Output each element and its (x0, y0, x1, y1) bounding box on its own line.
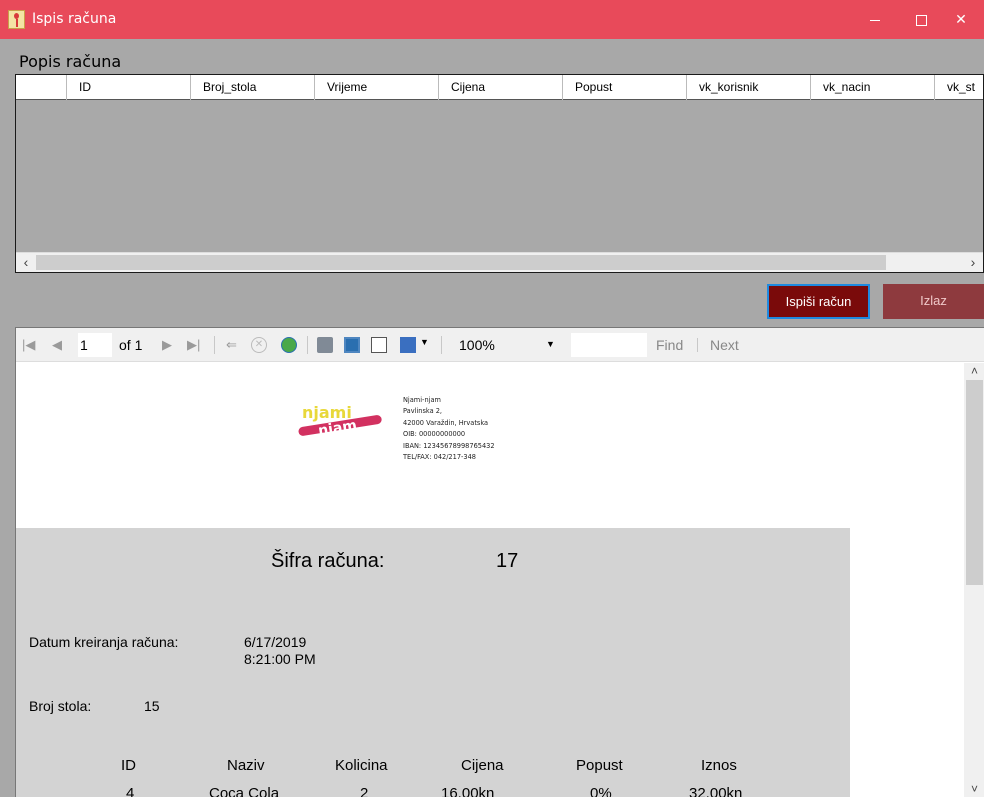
item-cell-id: 4 (126, 785, 135, 797)
scroll-right-icon[interactable]: › (964, 254, 982, 271)
column-header-vk-st[interactable]: vk_st (935, 75, 983, 100)
column-header-vk-nacin[interactable]: vk_nacin (811, 75, 935, 100)
section-label: Popis računa (19, 52, 122, 71)
find-input[interactable] (571, 333, 647, 357)
report-page: njami njam Njami-njam Pavlinska 2, 42000… (16, 363, 964, 797)
scrollbar-thumb[interactable] (966, 380, 983, 585)
invoice-grid[interactable]: ID Broj_stola Vrijeme Cijena Popust vk_k… (15, 74, 984, 273)
page-count: of 1 (119, 337, 143, 353)
items-header-popust: Popust (576, 757, 623, 774)
minimize-button[interactable] (852, 0, 898, 39)
vertical-scrollbar[interactable]: ˄ ˅ (964, 363, 984, 797)
horizontal-scrollbar[interactable]: ‹ › (16, 252, 983, 272)
next-page-icon[interactable]: ▶ (162, 337, 172, 353)
company-logo: njami njam (298, 403, 382, 439)
items-header-naziv: Naziv (227, 757, 265, 774)
print-button[interactable]: Ispiši račun (767, 284, 870, 319)
next-link[interactable]: Next (710, 337, 739, 353)
window-title: Ispis računa (32, 11, 117, 27)
first-page-icon[interactable]: |◀ (22, 337, 35, 353)
title-bar: Ispis računa ✕ (0, 0, 984, 39)
created-time: 8:21:00 PM (244, 651, 316, 667)
app-icon (8, 10, 25, 29)
invoice-code-label: Šifra računa: (271, 550, 385, 572)
stop-icon[interactable]: ✕ (251, 337, 267, 353)
item-cell-naziv: Coca Cola (209, 785, 280, 797)
scrollbar-thumb[interactable] (36, 255, 886, 270)
company-address: Pavlinska 2, (403, 407, 443, 416)
column-header-popust[interactable]: Popust (563, 75, 687, 100)
invoice-code-value: 17 (496, 550, 519, 572)
company-city: 42000 Varaždin, Hrvatska (403, 418, 489, 427)
column-header-id[interactable]: ID (67, 75, 191, 100)
refresh-icon[interactable] (281, 337, 297, 353)
report-body: Šifra računa: 17 Datum kreiranja računa:… (16, 528, 850, 797)
column-header-cijena[interactable]: Cijena (439, 75, 563, 100)
row-header-corner (16, 75, 67, 100)
grid-header: ID Broj_stola Vrijeme Cijena Popust vk_k… (16, 75, 983, 100)
column-header-vk-korisnik[interactable]: vk_korisnik (687, 75, 811, 100)
toolbar-separator (307, 336, 308, 354)
zoom-select[interactable]: 100% ▼ (457, 333, 560, 357)
export-dropdown-icon[interactable]: ▼ (420, 337, 429, 347)
find-link[interactable]: Find (656, 337, 683, 353)
toolbar-separator (214, 336, 215, 354)
last-page-icon[interactable]: ▶| (187, 337, 200, 353)
page-setup-icon[interactable] (371, 337, 387, 353)
item-cell-kolicina: 2 (360, 785, 369, 797)
table-number-label: Broj stola: (29, 698, 92, 714)
minimize-icon (870, 19, 880, 21)
item-cell-cijena: 16,00kn (441, 785, 495, 797)
item-cell-popust: 0% (590, 785, 612, 797)
company-oib: OIB: 00000000000 (403, 430, 466, 439)
items-header-kolicina: Kolicina (335, 757, 388, 774)
scroll-up-icon[interactable]: ˄ (966, 363, 983, 380)
company-tel: TEL/FAX: 042/217-348 (403, 453, 476, 462)
report-viewer: |◀ ◀ 1 of 1 ▶ ▶| ⇐ ✕ ▼ 100% ▼ Find Next (15, 327, 984, 797)
back-icon[interactable]: ⇐ (226, 337, 237, 353)
report-header: njami njam Njami-njam Pavlinska 2, 42000… (16, 363, 850, 528)
column-header-broj-stola[interactable]: Broj_stola (191, 75, 315, 100)
company-iban: IBAN: 12345678998765432 (403, 441, 495, 450)
page-number-value: 1 (80, 337, 88, 353)
item-cell-iznos: 32,00kn (689, 785, 743, 797)
scroll-down-icon[interactable]: ˅ (966, 781, 983, 797)
items-header-iznos: Iznos (701, 757, 737, 774)
zoom-value: 100% (459, 337, 495, 353)
previous-page-icon[interactable]: ◀ (52, 337, 62, 353)
created-date-label: Datum kreiranja računa: (29, 634, 179, 650)
created-date-value: 6/17/2019 8:21:00 PM (244, 634, 316, 668)
company-name: Njami-njam (403, 396, 441, 404)
column-header-vrijeme[interactable]: Vrijeme (315, 75, 439, 100)
items-header-id: ID (121, 757, 136, 774)
close-icon: ✕ (955, 11, 967, 27)
report-toolbar: |◀ ◀ 1 of 1 ▶ ▶| ⇐ ✕ ▼ 100% ▼ Find Next (16, 328, 984, 362)
maximize-icon (915, 14, 927, 26)
company-info: Njami-njam Pavlinska 2, 42000 Varaždin, … (403, 395, 495, 463)
exit-button[interactable]: Izlaz (883, 284, 984, 319)
export-icon[interactable] (400, 337, 416, 353)
print-icon[interactable] (317, 337, 333, 353)
page-number-input[interactable]: 1 (78, 333, 112, 357)
close-button[interactable]: ✕ (938, 0, 984, 39)
created-date: 6/17/2019 (244, 634, 307, 650)
table-number-value: 15 (144, 698, 160, 714)
print-layout-icon[interactable] (344, 337, 360, 353)
items-header-cijena: Cijena (461, 757, 504, 774)
toolbar-separator (441, 336, 442, 354)
chevron-down-icon: ▼ (546, 339, 555, 349)
toolbar-separator (697, 338, 698, 352)
scroll-left-icon[interactable]: ‹ (17, 254, 35, 271)
